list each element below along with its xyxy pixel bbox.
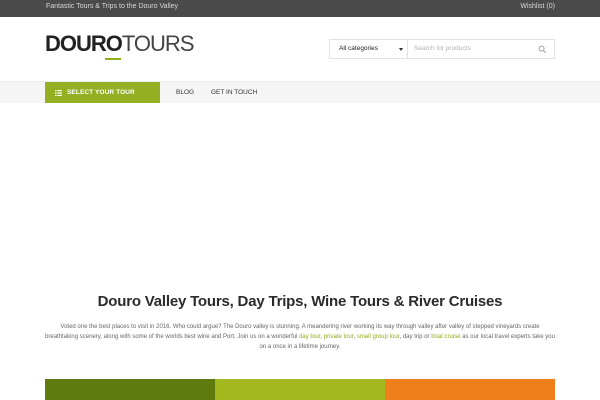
intro-paragraph: Voted one the best places to visit in 20… — [45, 322, 555, 352]
category-blocks — [45, 379, 555, 400]
select-tour-label: SELECT YOUR TOUR — [67, 89, 135, 96]
intro-text: , day trip or — [399, 334, 432, 340]
wishlist-link[interactable]: Wishlist (0) — [520, 3, 555, 10]
category-select[interactable]: All categories — [330, 40, 408, 58]
link-private-tour[interactable]: private tour — [324, 334, 354, 340]
category-block-light-green[interactable] — [215, 379, 385, 400]
logo-text-bold: DOURO — [45, 31, 123, 56]
site-header: DOUROTOURS All categories — [0, 17, 600, 81]
site-logo[interactable]: DOUROTOURS — [45, 32, 194, 56]
chevron-down-icon — [399, 48, 403, 51]
category-select-value: All categories — [339, 45, 379, 52]
list-icon — [55, 90, 62, 96]
search-input[interactable] — [414, 43, 532, 54]
main-nav: SELECT YOUR TOUR BLOG GET IN TOUCH — [0, 81, 600, 104]
hero-banner — [0, 103, 600, 283]
nav-link-get-in-touch[interactable]: GET IN TOUCH — [211, 89, 257, 96]
link-day-tour[interactable]: day tour — [299, 334, 320, 340]
page-title: Douro Valley Tours, Day Trips, Wine Tour… — [97, 293, 503, 310]
link-boat-cruise[interactable]: boat cruise — [431, 334, 460, 340]
category-block-orange[interactable] — [385, 379, 555, 400]
top-bar: Fantastic Tours & Trips to the Douro Val… — [0, 0, 600, 17]
link-small-group-tour[interactable]: small group tour — [357, 334, 400, 340]
search-icon[interactable] — [538, 45, 547, 54]
product-search: All categories — [329, 39, 555, 59]
logo-underline — [105, 58, 121, 60]
select-tour-button[interactable]: SELECT YOUR TOUR — [45, 82, 160, 104]
site-tagline: Fantastic Tours & Trips to the Douro Val… — [46, 3, 179, 10]
logo-text-light: TOURS — [121, 31, 195, 56]
nav-link-blog[interactable]: BLOG — [176, 89, 194, 96]
category-block-dark-green[interactable] — [45, 379, 215, 400]
